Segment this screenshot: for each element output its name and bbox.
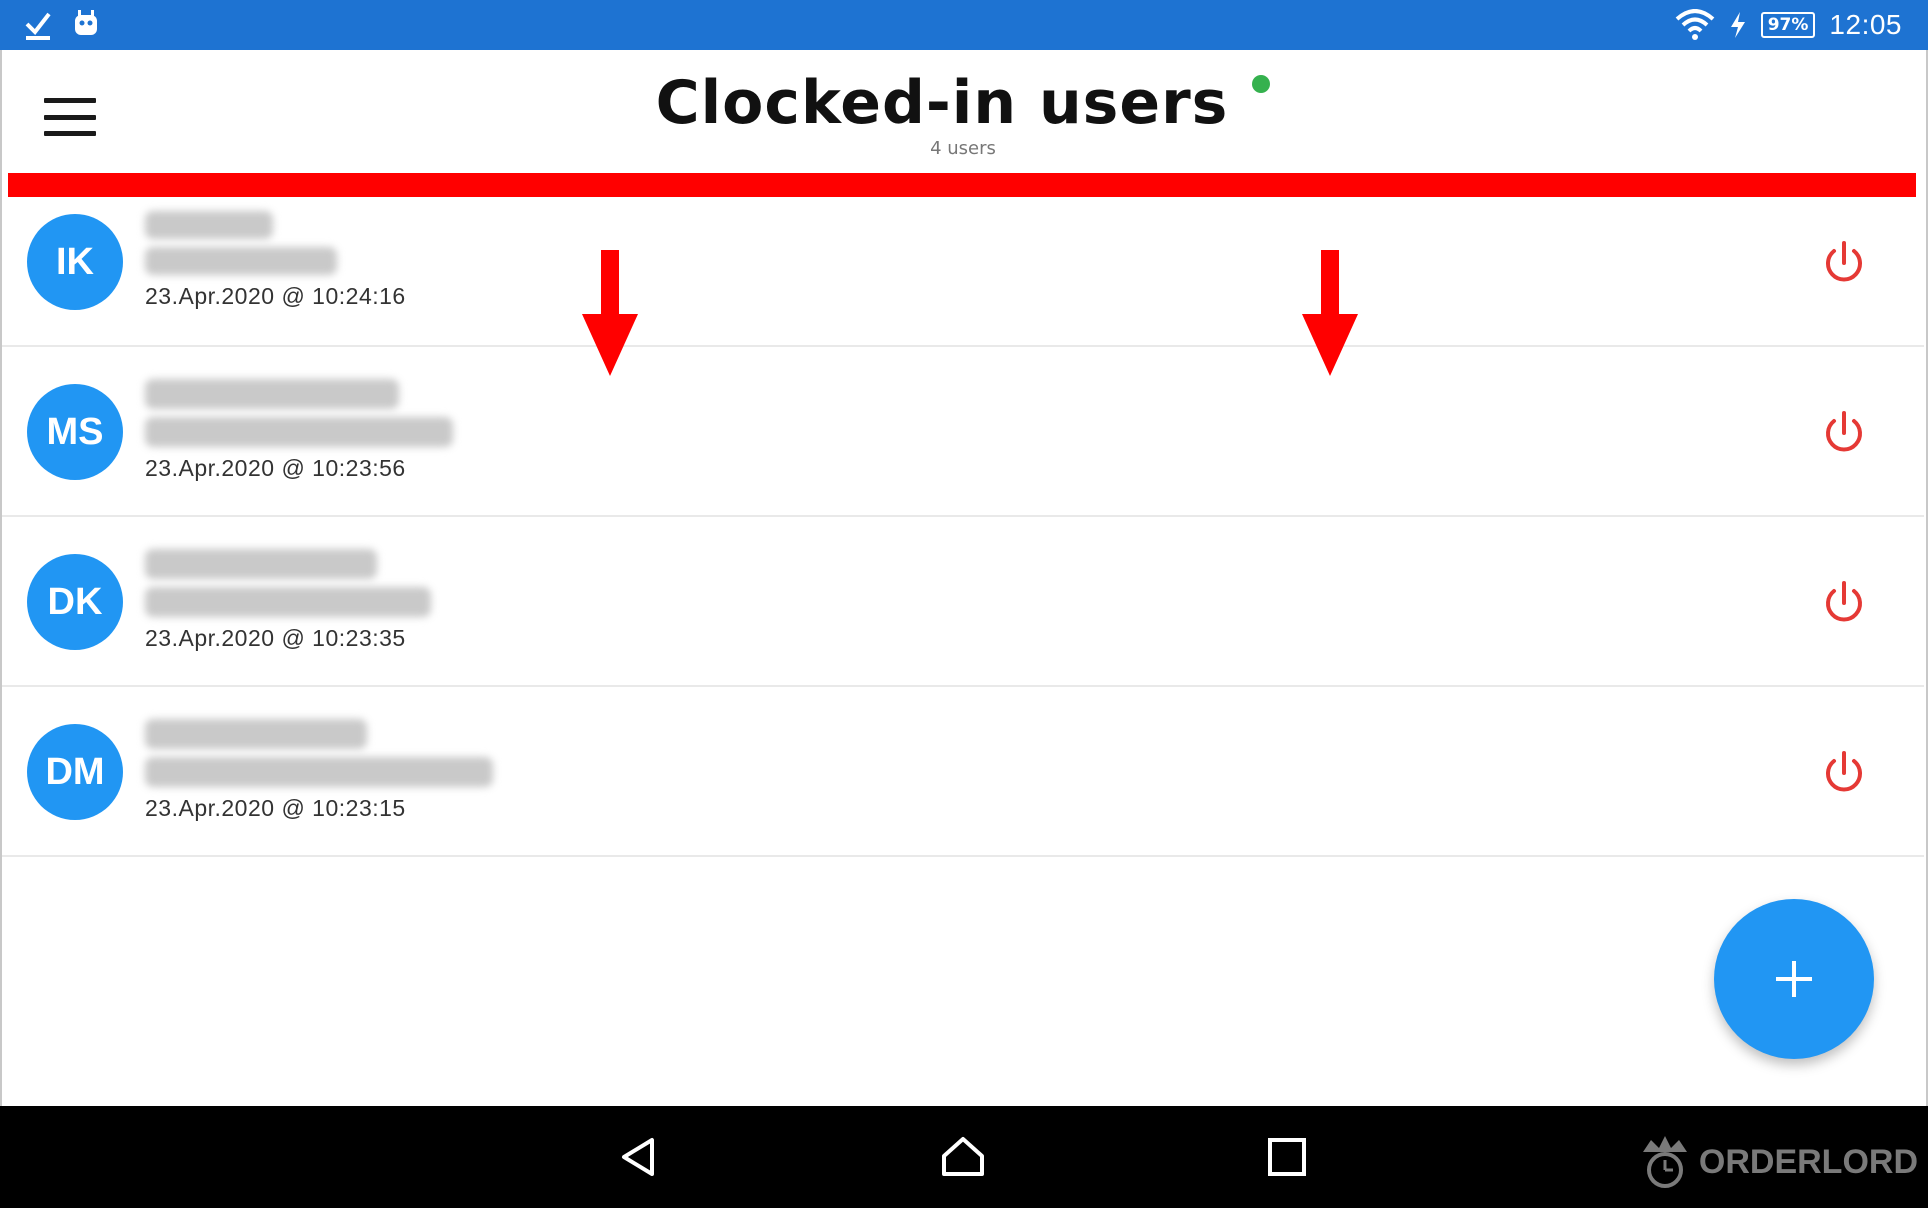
- status-clock: 12:05: [1829, 9, 1902, 40]
- clock-in-time: 23.Apr.2020 @ 10:23:56: [145, 455, 406, 481]
- avatar: DM: [27, 724, 123, 820]
- back-icon[interactable]: [616, 1134, 662, 1180]
- page-title: Clocked-in users: [655, 68, 1229, 138]
- avatar: MS: [27, 384, 123, 480]
- user-list: IK 23.Apr.2020 @ 10:24:16 MS 23.Apr.2020…: [2, 197, 1924, 857]
- battery-indicator: 97%: [1760, 12, 1816, 38]
- annotation-arrow-down-icon: [582, 250, 638, 376]
- recents-icon[interactable]: [1264, 1134, 1310, 1180]
- user-info: 23.Apr.2020 @ 10:23:56: [145, 379, 453, 482]
- list-item[interactable]: DK 23.Apr.2020 @ 10:23:35: [2, 517, 1924, 687]
- checkmark-icon: [25, 12, 51, 40]
- annotation-arrow-down-icon: [1302, 250, 1358, 376]
- blurred-details: [145, 417, 453, 447]
- blurred-details: [145, 247, 337, 275]
- clock-out-power-icon[interactable]: [1818, 577, 1870, 629]
- list-item[interactable]: MS 23.Apr.2020 @ 10:23:56: [2, 347, 1924, 517]
- wifi-icon: [1675, 9, 1715, 40]
- charging-bolt-icon: [1730, 12, 1745, 38]
- blurred-name: [145, 549, 377, 579]
- clock-out-power-icon[interactable]: [1818, 747, 1870, 799]
- stopwatch-crown-icon: [1642, 1136, 1687, 1188]
- clock-in-time: 23.Apr.2020 @ 10:24:16: [145, 283, 406, 309]
- blurred-name: [145, 379, 399, 409]
- robot-icon: [75, 10, 97, 35]
- app-header: Clocked-in users 4 users: [2, 50, 1924, 172]
- avatar: DK: [27, 554, 123, 650]
- add-user-button[interactable]: [1714, 899, 1874, 1059]
- blurred-name: [145, 211, 273, 239]
- online-status-dot: [1252, 75, 1271, 93]
- annotation-red-bar: [8, 173, 1916, 197]
- clock-out-power-icon[interactable]: [1818, 237, 1870, 289]
- clock-in-time: 23.Apr.2020 @ 10:23:35: [145, 625, 406, 651]
- user-count: 4 users: [930, 138, 996, 159]
- brand-watermark: ORDERLORD: [1637, 1134, 1918, 1190]
- blurred-details: [145, 587, 431, 617]
- status-bar: 97% 12:05: [0, 0, 1928, 50]
- status-right: 97% 12:05: [1675, 0, 1902, 50]
- home-icon[interactable]: [940, 1134, 986, 1180]
- clock-out-power-icon[interactable]: [1818, 407, 1870, 459]
- user-info: 23.Apr.2020 @ 10:23:35: [145, 549, 431, 652]
- plus-icon: [1776, 961, 1812, 997]
- user-info: 23.Apr.2020 @ 10:24:16: [145, 211, 406, 310]
- list-item[interactable]: DM 23.Apr.2020 @ 10:23:15: [2, 687, 1924, 857]
- blurred-details: [145, 757, 493, 787]
- blurred-name: [145, 719, 367, 749]
- title-wrap: Clocked-in users: [2, 68, 1924, 138]
- brand-name: ORDERLORD: [1698, 1142, 1918, 1181]
- list-item[interactable]: IK 23.Apr.2020 @ 10:24:16: [2, 197, 1924, 347]
- system-nav-bar: ORDERLORD: [0, 1106, 1928, 1208]
- user-info: 23.Apr.2020 @ 10:23:15: [145, 719, 493, 822]
- avatar: IK: [27, 214, 123, 310]
- clock-in-time: 23.Apr.2020 @ 10:23:15: [145, 795, 406, 821]
